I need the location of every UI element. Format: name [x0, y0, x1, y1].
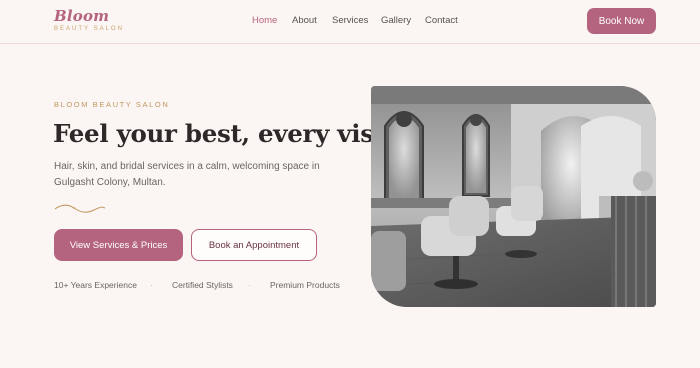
- hero-headline: Feel your best, every visit.: [53, 119, 402, 148]
- nav-services[interactable]: Services: [332, 15, 368, 26]
- brand-tagline: BEAUTY SALON: [54, 26, 124, 32]
- brand-name: Bloom: [54, 7, 110, 25]
- hero-subtitle: Hair, skin, and bridal services in a cal…: [54, 161, 320, 188]
- hero-eyebrow: BLOOM BEAUTY SALON: [54, 100, 170, 109]
- feature-experience: 10+ Years Experience: [54, 280, 137, 290]
- book-now-button[interactable]: Book Now: [587, 8, 656, 34]
- feature-separator-icon: ·: [248, 280, 251, 290]
- nav-gallery[interactable]: Gallery: [381, 15, 411, 26]
- view-services-button[interactable]: View Services & Prices: [54, 229, 183, 261]
- feature-certified: Certified Stylists: [172, 280, 233, 290]
- nav-contact[interactable]: Contact: [425, 15, 458, 26]
- book-appointment-button[interactable]: Book an Appointment: [191, 229, 317, 261]
- site-header: Bloom BEAUTY SALON Home About Services G…: [0, 0, 700, 44]
- salon-interior-photo: [371, 86, 656, 307]
- feature-separator-icon: ·: [150, 280, 153, 290]
- flourish-divider-icon: [54, 202, 106, 220]
- nav-home[interactable]: Home: [252, 15, 277, 26]
- feature-products: Premium Products: [270, 280, 340, 290]
- brand-logo[interactable]: Bloom BEAUTY SALON: [54, 8, 124, 33]
- nav-about[interactable]: About: [292, 15, 317, 26]
